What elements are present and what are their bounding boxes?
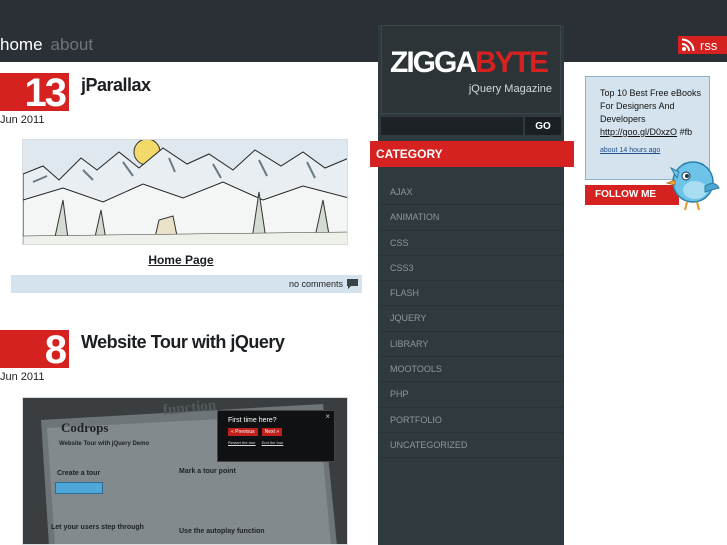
nav-home-link[interactable]: home	[0, 35, 43, 55]
post-day-badge: 13	[0, 73, 69, 113]
tweet-body: Top 10 Best Free eBooks For Designers An…	[600, 88, 702, 124]
category-item-php[interactable]: PHP	[378, 382, 564, 408]
logo-text-white: ZIGGA	[390, 46, 477, 79]
category-sidebar: ZIGGABYTE jQuery Magazine GO CATEGORY AJ…	[370, 25, 574, 545]
category-item-mootools[interactable]: MOOTOOLS	[378, 357, 564, 383]
tweet-url-link[interactable]: http://goo.gl/D0xzO	[600, 127, 677, 137]
post-home-page-link[interactable]: Home Page	[0, 253, 362, 267]
search-input[interactable]	[381, 117, 523, 135]
post-day-badge: 8	[0, 330, 69, 370]
comment-icon	[347, 279, 358, 289]
search-go-button[interactable]: GO	[525, 117, 561, 135]
search-form: GO	[381, 117, 561, 135]
tour-heading: Codrops	[61, 420, 109, 435]
tour-popup-next-button: Next »	[261, 428, 283, 436]
tour-popup-close-icon: ×	[325, 412, 330, 421]
category-list: AJAX ANIMATION CSS CSS3 FLASH JQUERY LIB…	[378, 180, 564, 459]
tour-section-autoplay: Use the autoplay function	[179, 528, 265, 535]
rss-icon	[681, 38, 695, 52]
comments-bar[interactable]: no comments	[11, 275, 362, 293]
post-date: Jun 2011	[0, 114, 45, 126]
top-bar	[0, 0, 727, 62]
category-item-library[interactable]: LIBRARY	[378, 332, 564, 358]
nav-about-link[interactable]: about	[51, 35, 94, 55]
twitter-bird-icon[interactable]	[665, 150, 723, 217]
category-heading: CATEGORY	[370, 141, 574, 167]
category-item-portfolio[interactable]: PORTFOLIO	[378, 408, 564, 433]
main-nav: home about	[0, 35, 93, 55]
site-logo[interactable]: ZIGGABYTE jQuery Magazine	[381, 25, 561, 114]
tour-popup-title: First time here?	[228, 417, 277, 424]
tour-section-mark: Mark a tour point	[179, 468, 236, 475]
tour-popup: × First time here? « Previous Next » Res…	[217, 410, 335, 462]
rss-label: rss	[700, 37, 718, 53]
tour-section-steps: Let your users step through	[51, 524, 144, 531]
tour-popup-end-link: End the tour	[261, 440, 284, 445]
post-thumbnail[interactable]	[22, 139, 348, 245]
comments-count[interactable]: no comments	[289, 279, 343, 289]
post-thumbnail[interactable]: function Codrops Website Tour with jQuer…	[22, 397, 348, 545]
logo-tagline: jQuery Magazine	[468, 83, 552, 95]
tweet-text: Top 10 Best Free eBooks For Designers An…	[600, 87, 703, 139]
tour-highlight-box	[55, 482, 103, 494]
category-item-css3[interactable]: CSS3	[378, 256, 564, 282]
tour-popup-restart-link: Restart the tour	[228, 440, 256, 445]
post-title-link[interactable]: Website Tour with jQuery	[81, 332, 285, 353]
post-date: Jun 2011	[0, 371, 45, 383]
rss-button[interactable]: rss	[678, 36, 727, 54]
tweet-hashtag: #fb	[679, 127, 693, 137]
tour-section-create: Create a tour	[57, 470, 101, 477]
category-item-ajax[interactable]: AJAX	[378, 180, 564, 206]
tour-subheading: Website Tour with jQuery Demo	[59, 441, 150, 447]
tweet-time-link[interactable]: about 14 hours ago	[600, 147, 660, 154]
category-item-flash[interactable]: FLASH	[378, 281, 564, 307]
mountain-illustration	[23, 140, 347, 244]
category-item-animation[interactable]: ANIMATION	[378, 205, 564, 231]
post-title-link[interactable]: jParallax	[81, 75, 151, 96]
tour-popup-previous-button: « Previous	[228, 428, 258, 436]
category-item-jquery[interactable]: JQUERY	[378, 306, 564, 332]
logo-wordmark: ZIGGABYTE	[390, 46, 549, 80]
category-item-uncategorized[interactable]: UNCATEGORIZED	[378, 433, 564, 459]
category-item-css[interactable]: CSS	[378, 231, 564, 256]
logo-text-red: BYTE	[475, 46, 549, 79]
